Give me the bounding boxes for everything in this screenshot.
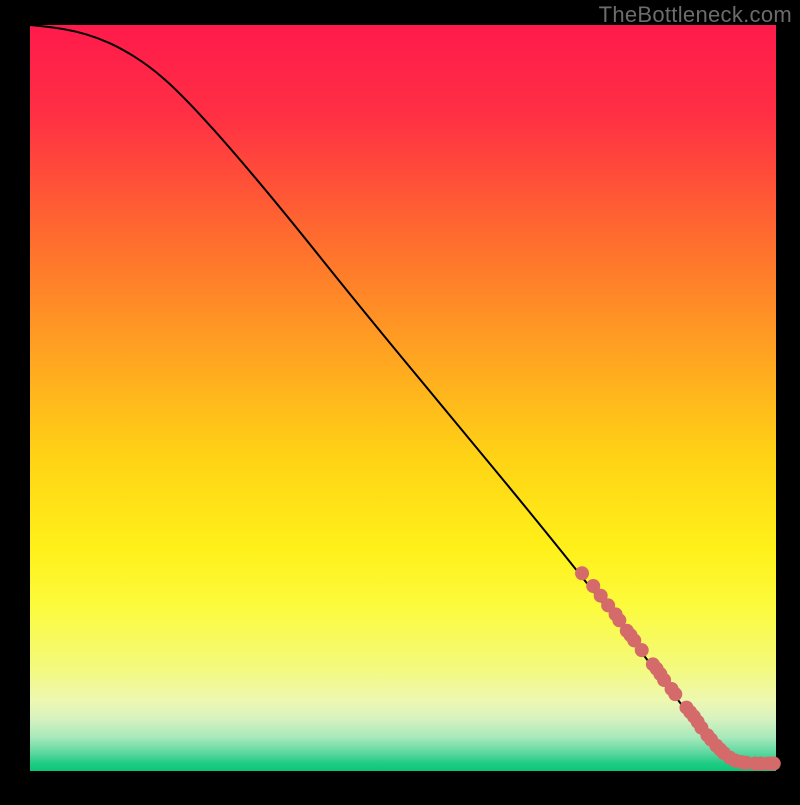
highlight-dot — [668, 687, 682, 701]
highlight-dot — [767, 757, 781, 771]
plot-background — [30, 25, 776, 771]
bottleneck-chart — [0, 0, 800, 800]
highlight-dot — [635, 643, 649, 657]
highlight-dot — [575, 566, 589, 580]
chart-container: TheBottleneck.com — [0, 0, 800, 800]
watermark-text: TheBottleneck.com — [599, 2, 792, 28]
